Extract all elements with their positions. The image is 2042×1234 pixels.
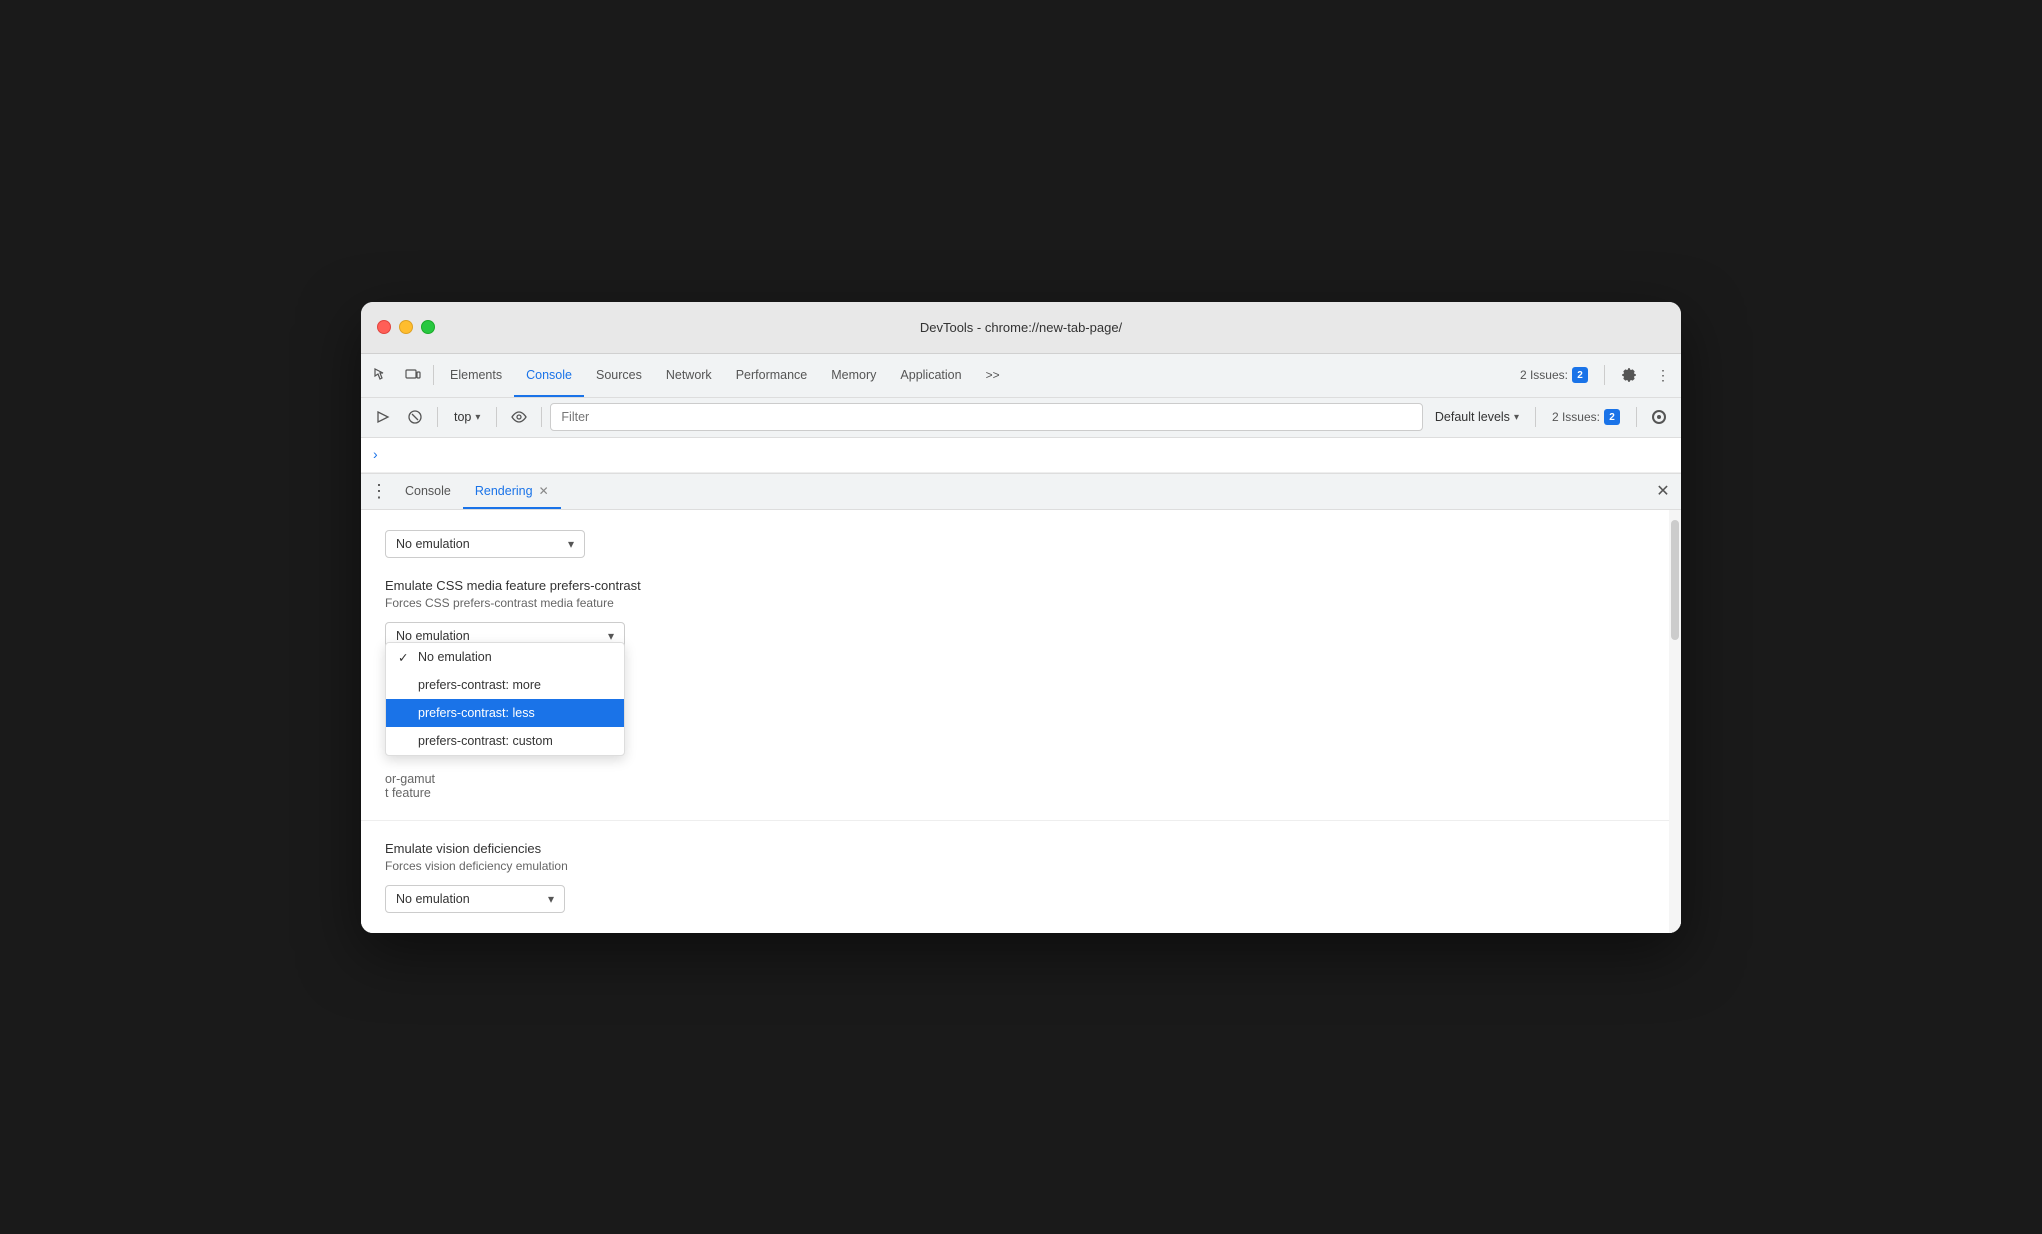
console-divider (437, 407, 438, 427)
color-gamut-truncated: or-gamut (385, 772, 1645, 786)
panel-tab-rendering[interactable]: Rendering ✕ (463, 474, 561, 509)
bottom-panel: ⋮ Console Rendering ✕ ✕ No emulation ▾ E… (361, 473, 1681, 933)
tab-elements[interactable]: Elements (438, 354, 514, 397)
vision-def-arrow: ▾ (548, 892, 554, 906)
tab-performance[interactable]: Performance (724, 354, 820, 397)
vertical-scrollbar[interactable] (1669, 510, 1681, 933)
prefers-contrast-menu: No emulation prefers-contrast: more pref… (385, 642, 625, 756)
tab-more[interactable]: >> (974, 354, 1012, 397)
traffic-lights (377, 320, 435, 334)
panel-tab-console[interactable]: Console (393, 474, 463, 509)
console-issues-button[interactable]: 2 Issues: 2 (1544, 406, 1628, 428)
console-issues-label: 2 Issues: (1552, 410, 1600, 424)
tab-sources[interactable]: Sources (584, 354, 654, 397)
clear-console-button[interactable] (401, 403, 429, 431)
issues-count-badge: 2 (1572, 367, 1588, 383)
toolbar-divider-2 (1604, 365, 1605, 385)
top-frame-selector[interactable]: top ▾ (446, 403, 488, 431)
close-rendering-tab[interactable]: ✕ (539, 484, 549, 498)
window-title: DevTools - chrome://new-tab-page/ (920, 320, 1122, 335)
console-issues-count: 2 (1604, 409, 1620, 425)
option-prefers-contrast-custom[interactable]: prefers-contrast: custom (386, 727, 624, 755)
option-prefers-contrast-less[interactable]: prefers-contrast: less (386, 699, 624, 727)
close-panel-button[interactable]: ✕ (1649, 477, 1677, 505)
color-gamut-desc-truncated: t feature (385, 786, 1645, 800)
top-dropdown-arrow: ▾ (475, 412, 480, 423)
prefers-contrast-desc: Forces CSS prefers-contrast media featur… (385, 596, 1645, 610)
option-prefers-contrast-more[interactable]: prefers-contrast: more (386, 671, 624, 699)
minimize-button[interactable] (399, 320, 413, 334)
console-toolbar: top ▾ Default levels ▾ 2 Issues: 2 (361, 398, 1681, 438)
option-no-emulation[interactable]: No emulation (386, 643, 624, 671)
devtools-window: DevTools - chrome://new-tab-page/ Elemen… (361, 302, 1681, 933)
console-filter-input[interactable] (550, 403, 1422, 431)
panel-tab-bar: ⋮ Console Rendering ✕ ✕ (361, 474, 1681, 510)
settings-button[interactable] (1613, 359, 1645, 391)
tab-network[interactable]: Network (654, 354, 724, 397)
panel-menu-button[interactable]: ⋮ (365, 477, 393, 505)
tab-application[interactable]: Application (888, 354, 973, 397)
toolbar-divider (433, 365, 434, 385)
levels-dropdown-arrow: ▾ (1514, 412, 1519, 423)
maximize-button[interactable] (421, 320, 435, 334)
execute-script-button[interactable] (369, 403, 397, 431)
vision-def-desc: Forces vision deficiency emulation (385, 859, 1645, 873)
console-divider-4 (1535, 407, 1536, 427)
console-divider-3 (541, 407, 542, 427)
console-settings-button[interactable] (1645, 403, 1673, 431)
rendering-scroll-area: No emulation ▾ Emulate CSS media feature… (361, 510, 1669, 933)
issues-label: 2 Issues: (1520, 368, 1568, 382)
console-output: › (361, 438, 1681, 473)
issues-button[interactable]: 2 Issues: 2 (1512, 364, 1596, 386)
more-options-button[interactable]: ⋮ (1649, 361, 1677, 389)
close-button[interactable] (377, 320, 391, 334)
top-emulation-dropdown[interactable]: No emulation ▾ (385, 530, 585, 558)
toolbar-right: 2 Issues: 2 ⋮ (1512, 359, 1677, 391)
section-divider (361, 820, 1669, 821)
main-toolbar: Elements Console Sources Network Perform… (361, 354, 1681, 398)
vision-def-label: Emulate vision deficiencies (385, 841, 1645, 856)
top-emulation-arrow: ▾ (568, 537, 574, 551)
rendering-panel: No emulation ▾ Emulate CSS media feature… (361, 510, 1681, 933)
vision-def-dropdown[interactable]: No emulation ▾ (385, 885, 565, 913)
device-toolbar-button[interactable] (397, 359, 429, 391)
tab-memory[interactable]: Memory (819, 354, 888, 397)
main-tabs: Elements Console Sources Network Perform… (438, 354, 1512, 397)
scrollbar-thumb[interactable] (1671, 520, 1679, 640)
prefers-contrast-arrow: ▾ (608, 629, 614, 643)
inspect-element-button[interactable] (365, 359, 397, 391)
console-divider-2 (496, 407, 497, 427)
title-bar: DevTools - chrome://new-tab-page/ (361, 302, 1681, 354)
default-levels-button[interactable]: Default levels ▾ (1427, 403, 1527, 431)
color-gamut-section: or-gamut t feature (385, 772, 1645, 800)
eye-icon[interactable] (505, 403, 533, 431)
tab-console[interactable]: Console (514, 354, 584, 397)
console-prompt[interactable]: › (373, 446, 378, 462)
console-divider-5 (1636, 407, 1637, 427)
prefers-contrast-label: Emulate CSS media feature prefers-contra… (385, 578, 1645, 593)
